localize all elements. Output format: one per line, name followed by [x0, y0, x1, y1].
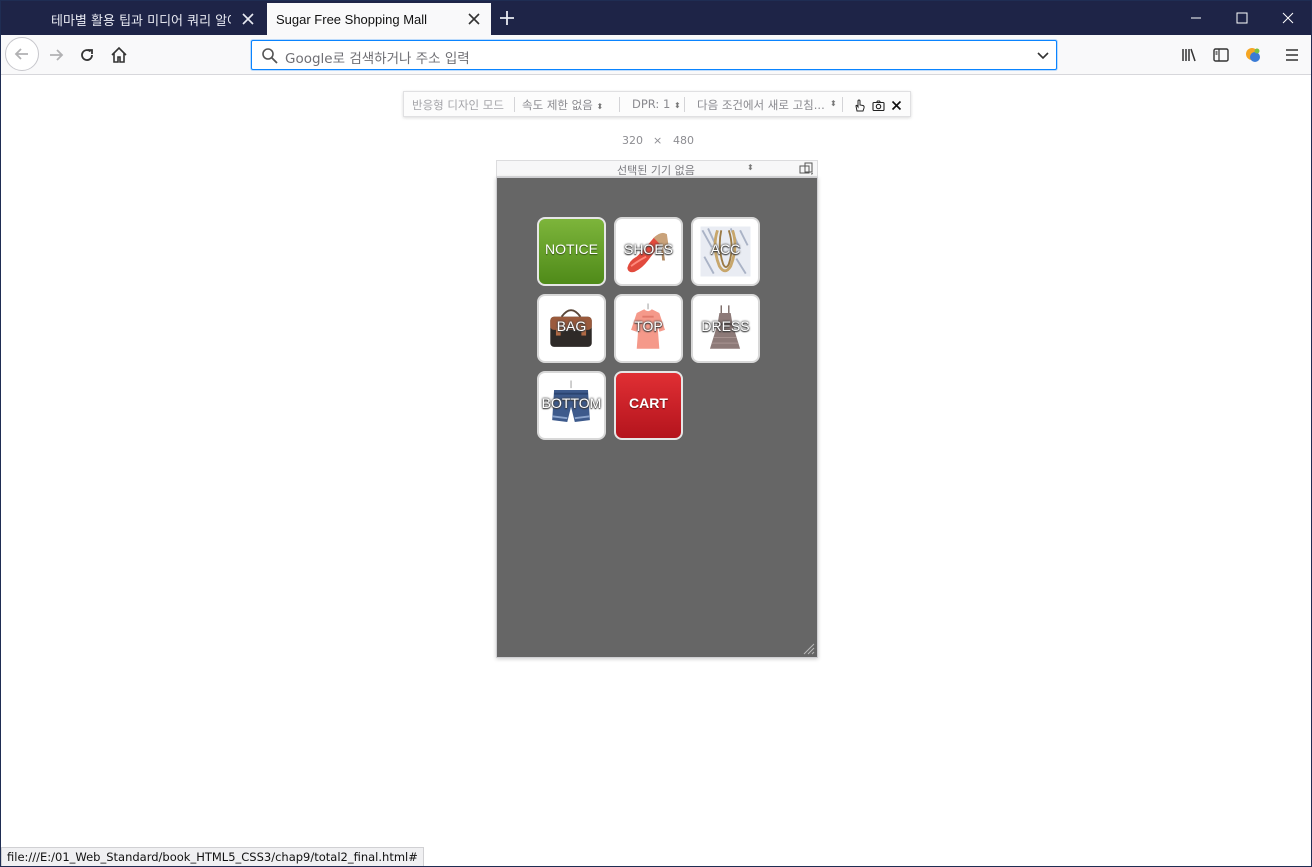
menu-tile-top[interactable]: TOP: [614, 294, 683, 363]
close-window-button[interactable]: [1265, 1, 1311, 35]
screenshot-button[interactable]: [871, 98, 885, 112]
browser-window: 테마별 활용 팁과 미디어 쿼리 알아 Sugar Free Shopping …: [0, 0, 1312, 867]
tile-label: NOTICE: [545, 241, 598, 257]
extension-button[interactable]: [1243, 45, 1263, 65]
nav-toolbar: Google로 검색하거나 주소 입력: [1, 35, 1311, 75]
menu-tile-dress[interactable]: DRESS: [691, 294, 760, 363]
tab-title: Sugar Free Shopping Mall: [276, 11, 428, 27]
menu-tile-shoes[interactable]: SHOES: [614, 217, 683, 286]
tab-active[interactable]: Sugar Free Shopping Mall: [267, 3, 491, 35]
select-arrows-icon: ⬍: [673, 101, 681, 110]
home-icon: [111, 46, 127, 63]
throttle-select[interactable]: 속도 제한 없음 ⬍: [522, 97, 603, 113]
extension-icon: [1246, 48, 1260, 62]
arrow-right-icon: [50, 49, 64, 61]
sidebar-icon: [1213, 48, 1229, 62]
menu-tile-cart[interactable]: CART: [614, 371, 683, 440]
tab-inactive[interactable]: 테마별 활용 팁과 미디어 쿼리 알아: [41, 3, 265, 35]
menu-tile-bag[interactable]: BAG: [537, 294, 606, 363]
hand-pointer-icon: [854, 98, 865, 111]
tab-title: 테마별 활용 팁과 미디어 쿼리 알아: [51, 13, 231, 29]
minimize-button[interactable]: [1173, 1, 1219, 35]
viewport-height[interactable]: 480: [673, 134, 694, 147]
tile-label: SHOES: [623, 241, 673, 257]
tile-label: DRESS: [701, 318, 750, 334]
address-placeholder: Google로 검색하거나 주소 입력: [285, 51, 470, 67]
home-button[interactable]: [102, 38, 136, 72]
menu-tile-acc[interactable]: ACC: [691, 217, 760, 286]
camera-icon: [871, 99, 885, 111]
address-bar[interactable]: Google로 검색하거나 주소 입력: [251, 40, 1057, 70]
menu-button[interactable]: [1282, 45, 1302, 65]
select-arrows-icon: ⬍: [596, 102, 604, 111]
menu-tile-bottom[interactable]: BOTTOM: [537, 371, 606, 440]
library-icon: [1182, 48, 1196, 62]
close-icon: [891, 100, 901, 110]
tile-label: TOP: [634, 318, 663, 334]
reload-conditions-value: 다음 조건에서 새로 고침...: [697, 98, 825, 112]
tile-label: BAG: [556, 318, 587, 334]
close-tab-icon[interactable]: [239, 10, 257, 28]
select-arrows-icon: ⬍: [747, 163, 754, 172]
viewport-width[interactable]: 320: [622, 134, 643, 147]
close-icon: [1282, 12, 1294, 24]
reload-button[interactable]: [70, 38, 104, 72]
touch-simulation-button[interactable]: [852, 98, 866, 112]
reload-conditions-select[interactable]: 다음 조건에서 새로 고침...: [697, 97, 827, 113]
hamburger-icon: [1286, 49, 1298, 61]
chevron-down-icon[interactable]: [1036, 49, 1050, 63]
resize-handle-icon[interactable]: [803, 643, 815, 655]
maximize-icon: [1236, 12, 1248, 24]
tile-label: BOTTOM: [541, 395, 602, 411]
sidebar-button[interactable]: [1211, 45, 1231, 65]
rdm-mode-label: 반응형 디자인 모드: [412, 98, 504, 112]
tile-label: ACC: [710, 241, 741, 257]
dims-separator: ×: [653, 134, 663, 147]
search-icon: [262, 48, 278, 64]
select-arrows-icon: ⬍: [830, 99, 837, 108]
emulated-viewport: NOTICE SHOES ACC BAG TOP DRESS BOTTOM CA…: [496, 177, 818, 658]
back-button[interactable]: [5, 37, 39, 71]
responsive-toolbar: 반응형 디자인 모드 속도 제한 없음 ⬍ DPR: 1 ⬍ 다음 조건에서 새…: [403, 91, 911, 117]
device-selector-bar: 선택된 기기 없음 ⬍: [496, 160, 818, 177]
rotate-device-icon[interactable]: [799, 162, 815, 175]
new-tab-icon[interactable]: [497, 8, 517, 28]
close-tab-icon[interactable]: [465, 10, 483, 28]
tile-label: CART: [629, 395, 668, 411]
minimize-icon: [1191, 17, 1201, 19]
device-select[interactable]: 선택된 기기 없음: [617, 162, 695, 178]
dpr-select[interactable]: DPR: 1 ⬍: [632, 97, 681, 111]
close-rdm-button[interactable]: [889, 98, 903, 112]
status-bar: file:///E:/01_Web_Standard/book_HTML5_CS…: [1, 847, 424, 866]
forward-button[interactable]: [39, 38, 73, 72]
library-button[interactable]: [1179, 45, 1199, 65]
arrow-left-icon: [14, 48, 28, 60]
throttle-value: 속도 제한 없음: [522, 98, 593, 112]
title-bar: 테마별 활용 팁과 미디어 쿼리 알아 Sugar Free Shopping …: [1, 1, 1311, 35]
menu-tile-notice[interactable]: NOTICE: [537, 217, 606, 286]
reload-icon: [81, 49, 93, 61]
maximize-button[interactable]: [1219, 1, 1265, 35]
dpr-value: DPR: 1: [632, 97, 671, 111]
